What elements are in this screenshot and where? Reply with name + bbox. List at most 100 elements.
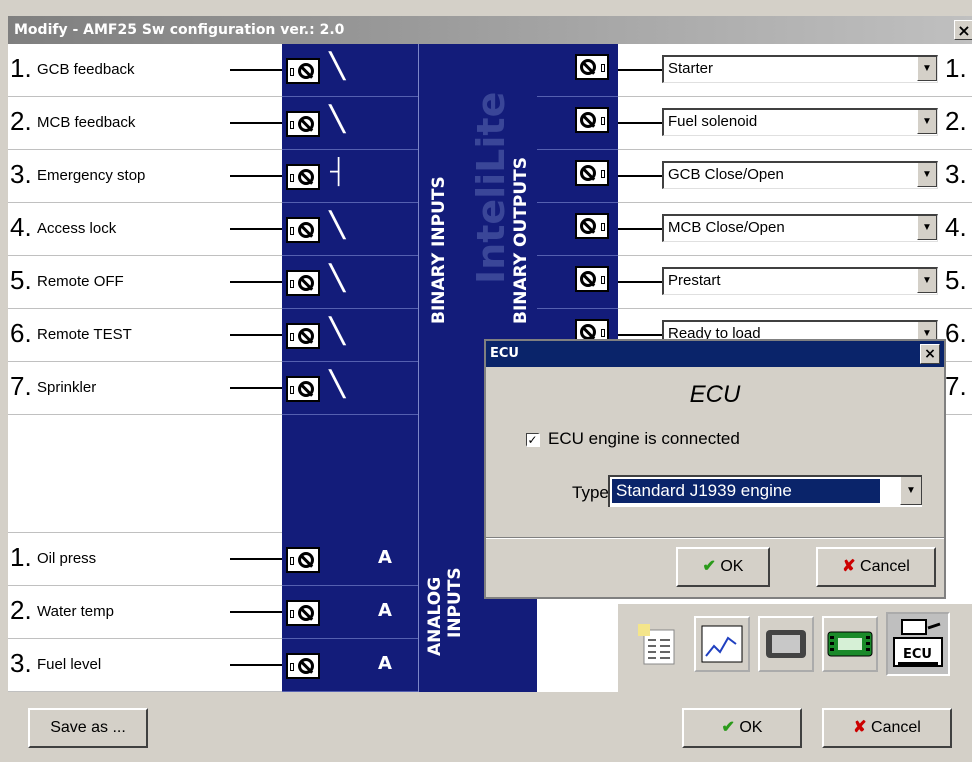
binary-inputs-label: BINARY INPUTS — [429, 176, 449, 324]
input-terminal-cell[interactable]: ┤ — [282, 150, 418, 203]
output-function-select[interactable]: Prestart ▼ — [662, 267, 938, 295]
binary-input-row[interactable]: 7. Sprinkler — [8, 362, 282, 415]
chart-icon[interactable] — [694, 616, 750, 672]
wire — [230, 281, 282, 283]
output-terminal-cell[interactable] — [537, 97, 618, 150]
wire — [230, 387, 282, 389]
input-number: 3. — [10, 159, 32, 189]
input-label: Access lock — [37, 220, 117, 237]
ecu-ok-button[interactable]: ✔ OK — [676, 547, 770, 587]
analog-terminal-cell[interactable]: A — [282, 586, 418, 639]
engine-type-value: Standard J1939 engine — [612, 479, 880, 503]
input-number: 2. — [10, 106, 32, 136]
wire — [230, 122, 282, 124]
binary-input-row[interactable]: 4. Access lock — [8, 203, 282, 256]
output-terminal-cell[interactable] — [537, 256, 618, 309]
wire — [230, 228, 282, 230]
engine-type-select[interactable]: Standard J1939 engine ▼ — [608, 475, 922, 507]
terminal-icon — [286, 217, 320, 243]
x-icon: ✘ — [842, 558, 856, 575]
ok-label: OK — [739, 719, 763, 736]
chevron-down-icon[interactable]: ▼ — [917, 110, 937, 134]
save-as-button[interactable]: Save as ... — [28, 708, 148, 748]
output-terminal-cell[interactable] — [537, 203, 618, 256]
input-label: Remote OFF — [37, 273, 124, 290]
list-icon[interactable] — [630, 616, 686, 672]
wire — [618, 334, 662, 336]
module-icon[interactable] — [822, 616, 878, 672]
ecu-dialog-titlebar: ECU × — [486, 341, 944, 367]
analog-input-row[interactable]: 3. Fuel level — [8, 639, 282, 692]
terminal-icon — [575, 160, 609, 186]
close-icon[interactable]: × — [920, 344, 940, 364]
chevron-down-icon[interactable]: ▼ — [917, 269, 937, 293]
binary-input-row[interactable]: 1. GCB feedback — [8, 44, 282, 97]
binary-outputs-label: BINARY OUTPUTS — [511, 156, 531, 324]
input-number: 1. — [10, 53, 32, 83]
terminal-icon — [286, 111, 320, 137]
analog-input-row[interactable]: 2. Water temp — [8, 586, 282, 639]
cancel-label: Cancel — [860, 558, 910, 575]
select-value: MCB Close/Open — [668, 219, 785, 236]
ecu-icon-text: ECU — [903, 647, 932, 662]
output-terminal-cell[interactable] — [537, 150, 618, 203]
ecu-icon[interactable]: ECU — [886, 612, 950, 676]
wire — [618, 228, 662, 230]
window-title: Modify - AMF25 Sw configuration ver.: 2.… — [14, 22, 345, 38]
ecu-connected-checkbox[interactable]: ✓ — [526, 433, 540, 447]
output-function-select[interactable]: Fuel solenoid ▼ — [662, 108, 938, 136]
select-value: GCB Close/Open — [668, 166, 784, 183]
binary-input-row[interactable]: 2. MCB feedback — [8, 97, 282, 150]
binary-input-row[interactable]: 5. Remote OFF — [8, 256, 282, 309]
input-terminal-cell[interactable]: ╲ — [282, 44, 418, 97]
ok-button[interactable]: ✔ OK — [682, 708, 802, 748]
input-terminal-cell[interactable]: ╲ — [282, 203, 418, 256]
binary-input-row[interactable]: 6. Remote TEST — [8, 309, 282, 362]
output-number: 3. — [945, 159, 967, 189]
input-terminal-cell[interactable]: ╲ — [282, 309, 418, 362]
chevron-down-icon[interactable]: ▼ — [917, 163, 937, 187]
toolbar: ECU — [618, 604, 972, 692]
input-number: 4. — [10, 212, 32, 242]
cancel-button[interactable]: ✘ Cancel — [822, 708, 952, 748]
terminal-icon — [575, 107, 609, 133]
wire — [230, 69, 282, 71]
analog-input-row[interactable]: 1. Oil press — [8, 533, 282, 586]
binary-output-row: Starter ▼ 1. — [618, 44, 972, 97]
select-value: Starter — [668, 60, 714, 77]
chevron-down-icon[interactable]: ▼ — [917, 57, 937, 81]
wire — [618, 281, 662, 283]
select-value: Fuel solenoid — [668, 113, 758, 130]
analog-terminal-cell[interactable]: A — [282, 533, 418, 586]
output-number: 7. — [945, 371, 967, 401]
switch-no-icon: ╲ — [330, 106, 345, 133]
binary-output-row: MCB Close/Open ▼ 4. — [618, 203, 972, 256]
chevron-down-icon[interactable]: ▼ — [900, 477, 922, 505]
terminal-icon — [575, 213, 609, 239]
terminal-icon — [286, 547, 320, 573]
output-number: 5. — [945, 265, 967, 295]
divider — [486, 538, 944, 539]
chevron-down-icon[interactable]: ▼ — [917, 216, 937, 240]
output-terminal-cell[interactable] — [537, 44, 618, 97]
output-function-select[interactable]: MCB Close/Open ▼ — [662, 214, 938, 242]
switch-no-icon: ╲ — [330, 318, 345, 345]
terminal-icon — [575, 54, 609, 80]
input-terminal-cell[interactable]: ╲ — [282, 256, 418, 309]
input-label: Sprinkler — [37, 379, 97, 396]
ecu-cancel-button[interactable]: ✘ Cancel — [816, 547, 936, 587]
input-terminal-cell[interactable]: ╲ — [282, 362, 418, 415]
binary-input-row[interactable]: 3. Emergency stop — [8, 150, 282, 203]
input-label: MCB feedback — [37, 114, 136, 131]
analog-terminal-cell[interactable]: A — [282, 639, 418, 692]
display-icon[interactable] — [758, 616, 814, 672]
output-function-select[interactable]: Starter ▼ — [662, 55, 938, 83]
input-terminal-cell[interactable]: ╲ — [282, 97, 418, 150]
window-close-button[interactable]: × — [954, 20, 972, 40]
switch-no-icon: ╲ — [330, 265, 345, 292]
terminal-icon — [286, 58, 320, 84]
analog-inputs-label-2: INPUTS — [445, 567, 465, 638]
output-number: 1. — [945, 53, 967, 83]
output-function-select[interactable]: GCB Close/Open ▼ — [662, 161, 938, 189]
ok-label: OK — [720, 558, 744, 575]
